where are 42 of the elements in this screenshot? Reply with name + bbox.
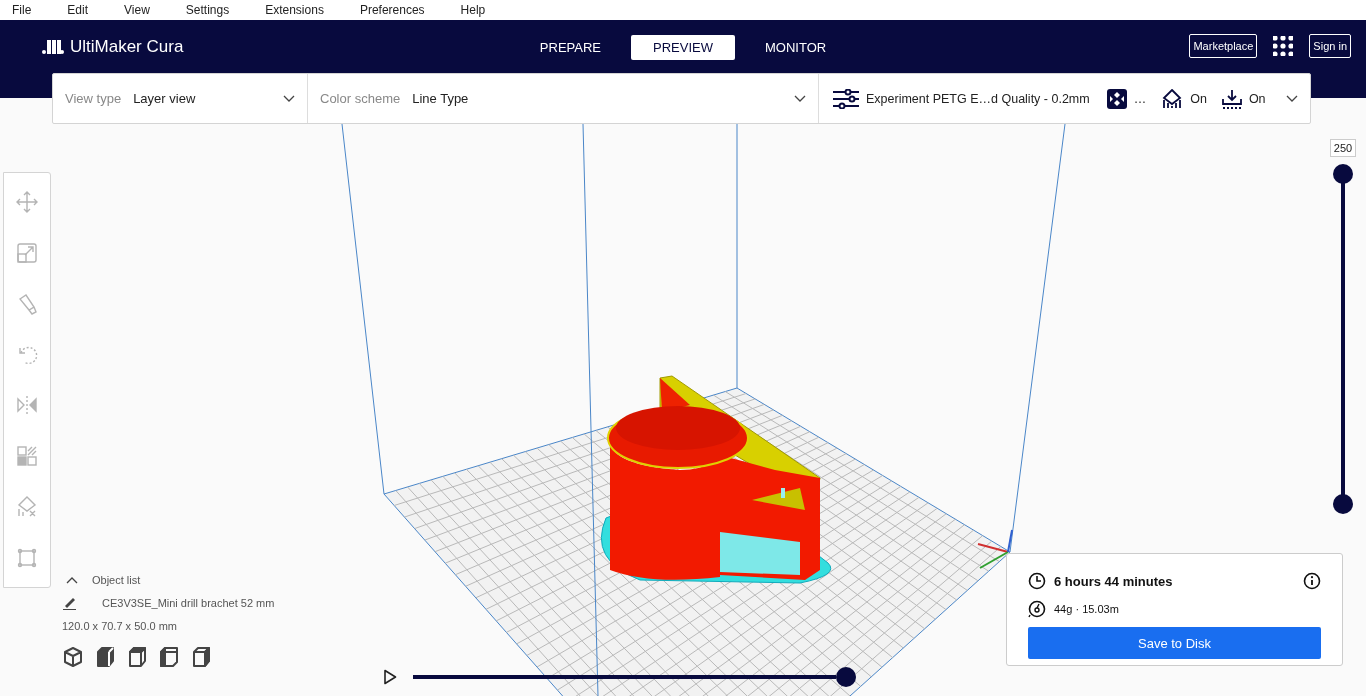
stage-tab[interactable]: MONITOR (743, 35, 849, 60)
apps-grid-icon[interactable] (1273, 36, 1294, 56)
save-to-disk-button[interactable]: Save to Disk (1028, 627, 1321, 659)
brush-icon (16, 292, 38, 315)
object-dimensions: 120.0 x 70.7 x 50.0 mm (62, 620, 178, 632)
cube-view-icon[interactable] (126, 646, 148, 668)
mirror-icon (16, 394, 38, 417)
cube-view-icon[interactable] (62, 646, 84, 668)
info-icon[interactable] (1303, 572, 1321, 590)
app-title: UltiMaker Cura (70, 37, 184, 57)
cube-view-icon[interactable] (158, 646, 180, 668)
clock-icon (1028, 572, 1046, 590)
layer-number: 250 (1329, 139, 1357, 157)
resize-square-icon (16, 242, 38, 265)
stage-tab[interactable]: PREVIEW (631, 35, 735, 60)
path-slider-handle[interactable] (836, 667, 856, 687)
menu-item[interactable]: Extensions (253, 3, 324, 17)
play-icon[interactable] (383, 669, 397, 685)
object-name: CE3V3SE_Mini drill brachet 52 mm (102, 597, 275, 609)
support-blocker-icon (16, 495, 38, 518)
object-list-toggle[interactable]: Object list (62, 574, 275, 586)
object-list-title: Object list (92, 574, 141, 586)
menu-item[interactable]: View (112, 3, 150, 17)
cube-view-icon[interactable] (94, 646, 116, 668)
material-usage: 44g · 15.03m (1054, 603, 1119, 615)
menu-item[interactable]: Preferences (347, 3, 425, 17)
bounding-box-icon (16, 546, 38, 569)
marketplace-button[interactable]: Marketplace (1189, 34, 1258, 58)
cube-view-icon[interactable] (190, 646, 212, 668)
menu-item[interactable]: Settings (173, 3, 230, 17)
move-arrows-icon (16, 191, 38, 214)
stage-tab[interactable]: PREPARE (517, 35, 623, 60)
squares-grid-icon (16, 445, 38, 468)
pencil-icon (62, 596, 78, 610)
spool-icon (1028, 600, 1046, 618)
logo-icon (42, 40, 64, 54)
chevron-up-icon (66, 576, 78, 584)
menu-item[interactable]: Help (448, 3, 486, 17)
menu-item[interactable]: Edit (55, 3, 89, 17)
print-time: 6 hours 44 minutes (1054, 573, 1173, 589)
menu-item[interactable]: File (0, 3, 32, 17)
sign-in-button[interactable]: Sign in (1309, 34, 1351, 58)
